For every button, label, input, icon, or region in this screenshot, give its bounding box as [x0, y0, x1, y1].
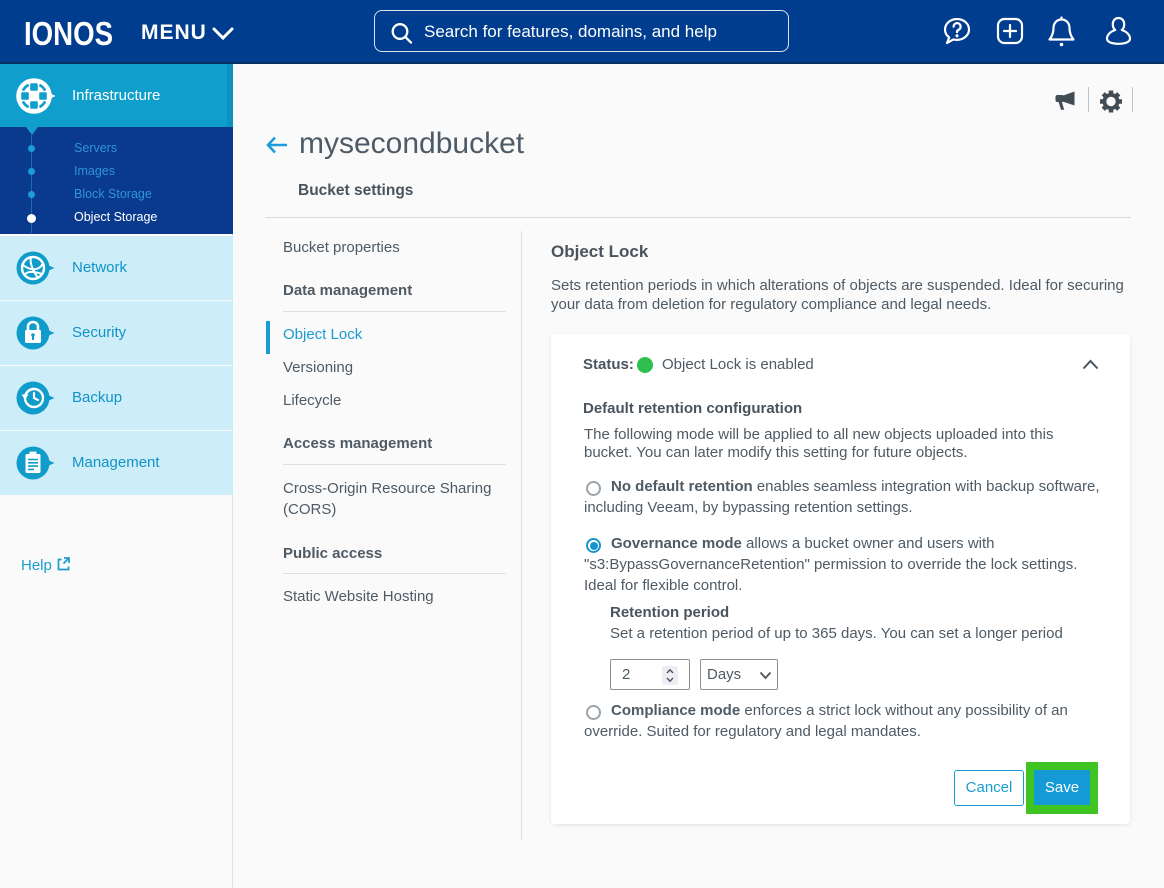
svg-text:IONOS: IONOS	[24, 17, 113, 49]
